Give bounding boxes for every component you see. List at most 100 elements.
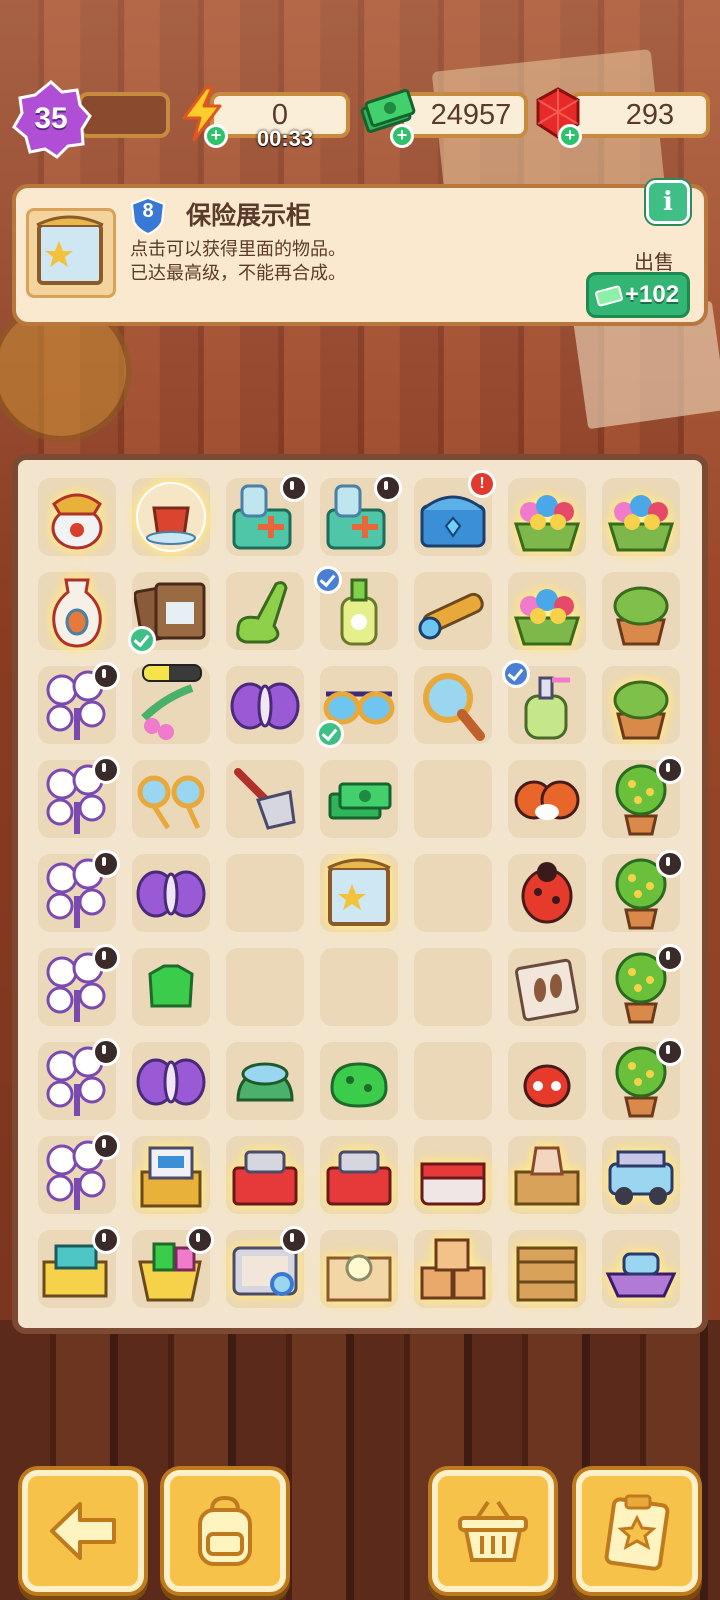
board-cell[interactable] — [312, 658, 406, 752]
backpack-button[interactable] — [164, 1470, 286, 1592]
info-button[interactable]: i — [646, 180, 690, 224]
board-cell[interactable] — [406, 658, 500, 752]
board-cell[interactable] — [594, 752, 688, 846]
board-cell[interactable] — [218, 1222, 312, 1316]
tea-cup-bubble-icon[interactable] — [134, 480, 208, 554]
board-cell[interactable] — [406, 1222, 500, 1316]
board-cell[interactable] — [500, 564, 594, 658]
add-cash-icon[interactable]: + — [390, 124, 414, 148]
board-cell[interactable] — [406, 846, 500, 940]
board-cell[interactable] — [594, 1034, 688, 1128]
flower-basket-icon[interactable] — [510, 480, 584, 554]
magnifier-icon[interactable] — [416, 668, 490, 742]
board-cell[interactable] — [218, 564, 312, 658]
boat-icon[interactable] — [604, 1232, 678, 1306]
potted-plant-icon[interactable] — [604, 574, 678, 648]
green-shirt-icon[interactable] — [134, 950, 208, 1024]
board-cell[interactable] — [594, 470, 688, 564]
board-cell[interactable] — [124, 470, 218, 564]
ladybug-pair-icon[interactable] — [510, 762, 584, 836]
purple-moth-icon[interactable] — [228, 668, 302, 742]
board-cell[interactable] — [218, 846, 312, 940]
green-hat-icon[interactable] — [228, 1044, 302, 1118]
purple-moth-icon[interactable] — [134, 856, 208, 930]
porcelain-vase-icon[interactable] — [40, 574, 114, 648]
ladybug-icon[interactable] — [510, 856, 584, 930]
board-cell[interactable] — [500, 846, 594, 940]
board-cell[interactable] — [30, 658, 124, 752]
board-cell[interactable] — [30, 1222, 124, 1316]
purple-moth-icon[interactable] — [134, 1044, 208, 1118]
board-cell[interactable] — [500, 1128, 594, 1222]
board-cell[interactable] — [500, 940, 594, 1034]
board-cell[interactable] — [406, 752, 500, 846]
red-cooler-icon[interactable] — [416, 1138, 490, 1212]
red-toolbox-icon[interactable] — [322, 1138, 396, 1212]
board-cell[interactable] — [312, 1222, 406, 1316]
board-cell[interactable] — [500, 1034, 594, 1128]
board-cell[interactable] — [312, 470, 406, 564]
board-cell[interactable] — [406, 1128, 500, 1222]
spyglass-icon[interactable] — [416, 574, 490, 648]
board-cell[interactable] — [124, 658, 218, 752]
board-cell[interactable] — [218, 752, 312, 846]
board-cell[interactable] — [594, 1128, 688, 1222]
board-cell[interactable] — [500, 470, 594, 564]
board-cell[interactable] — [218, 1128, 312, 1222]
back-button[interactable] — [22, 1470, 144, 1592]
lightbulb-box-icon[interactable] — [322, 1232, 396, 1306]
dragon-vase-icon[interactable] — [40, 480, 114, 554]
board-cell[interactable] — [500, 658, 594, 752]
cash-counter[interactable]: 24957 — [400, 92, 528, 138]
board-cell[interactable] — [406, 940, 500, 1034]
board-cell[interactable] — [30, 940, 124, 1034]
gem-counter[interactable]: 293 — [570, 92, 710, 138]
board-cell[interactable] — [594, 1222, 688, 1316]
clay-pots-crate-icon[interactable] — [510, 1138, 584, 1212]
flower-basket-icon[interactable] — [510, 574, 584, 648]
board-cell[interactable] — [30, 752, 124, 846]
board-cell[interactable] — [124, 1034, 218, 1128]
shop-basket-button[interactable] — [432, 1470, 554, 1592]
board-cell[interactable] — [218, 1034, 312, 1128]
board-cell[interactable]: ! — [406, 470, 500, 564]
green-sponge-icon[interactable] — [322, 1044, 396, 1118]
jeep-icon[interactable] — [604, 1138, 678, 1212]
board-cell[interactable] — [594, 846, 688, 940]
green-slipper-icon[interactable] — [228, 574, 302, 648]
board-cell[interactable] — [30, 1128, 124, 1222]
red-ladybug-icon[interactable] — [510, 1044, 584, 1118]
board-cell[interactable] — [124, 752, 218, 846]
boxes-pile-icon[interactable] — [416, 1232, 490, 1306]
cash-bundle-icon[interactable] — [322, 762, 396, 836]
board-cell[interactable] — [594, 564, 688, 658]
board-cell[interactable] — [312, 1034, 406, 1128]
board-cell[interactable] — [312, 846, 406, 940]
board-cell[interactable] — [406, 1034, 500, 1128]
toolbox-crate-icon[interactable] — [134, 1138, 208, 1212]
board-cell[interactable] — [124, 1128, 218, 1222]
board-cell[interactable] — [124, 940, 218, 1034]
board-cell[interactable] — [312, 564, 406, 658]
board-cell[interactable] — [500, 752, 594, 846]
display-cabinet-icon[interactable] — [322, 856, 396, 930]
red-toolbox-icon[interactable] — [228, 1138, 302, 1212]
board-cell[interactable] — [312, 940, 406, 1034]
board-cell[interactable] — [406, 564, 500, 658]
board-cell[interactable] — [30, 1034, 124, 1128]
board-cell[interactable] — [500, 1222, 594, 1316]
board-cell[interactable] — [594, 940, 688, 1034]
board-cell[interactable] — [124, 1222, 218, 1316]
board-cell[interactable] — [218, 940, 312, 1034]
board-cell[interactable] — [30, 846, 124, 940]
board-cell[interactable] — [124, 846, 218, 940]
board-cell[interactable] — [312, 1128, 406, 1222]
footprint-bag-icon[interactable] — [510, 950, 584, 1024]
board-cell[interactable] — [218, 470, 312, 564]
sell-button[interactable]: +102 — [586, 272, 690, 318]
potted-plant-icon[interactable] — [604, 668, 678, 742]
garden-rake-icon[interactable] — [228, 762, 302, 836]
flower-basket-icon[interactable] — [604, 480, 678, 554]
board-cell[interactable] — [30, 470, 124, 564]
add-energy-icon[interactable]: + — [204, 124, 228, 148]
